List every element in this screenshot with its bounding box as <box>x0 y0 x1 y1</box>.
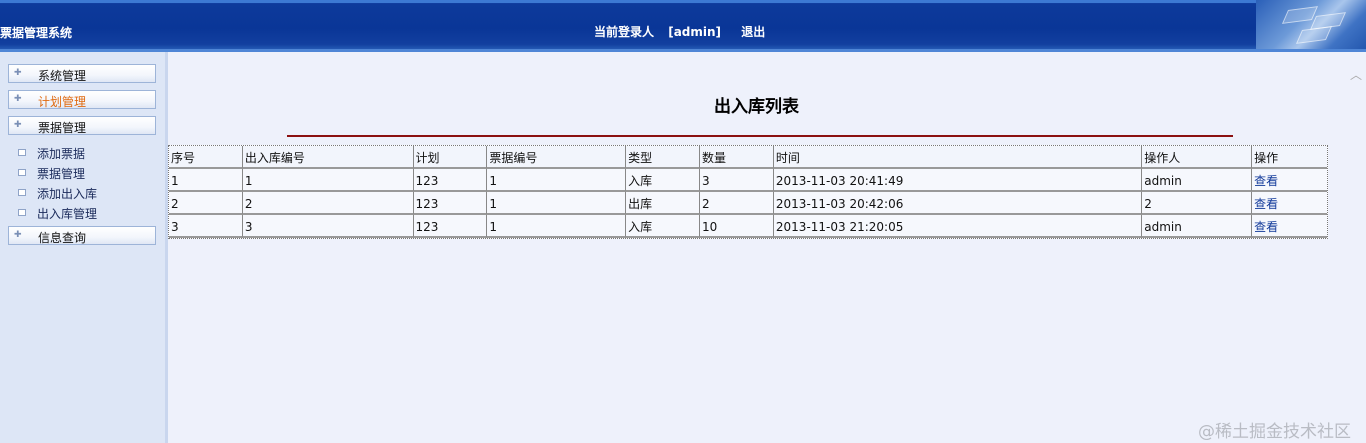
cell-quantity: 2 <box>699 192 773 215</box>
cell-plan: 123 <box>412 215 487 238</box>
column-header: 计划 <box>412 146 487 169</box>
submenu-box-icon <box>18 209 26 216</box>
menu-label: 计划管理 <box>38 95 87 109</box>
cell-operator: 2 <box>1141 192 1252 215</box>
submenu-box-icon <box>18 169 26 176</box>
menu-plan-management[interactable]: ✚ 计划管理 <box>8 90 156 109</box>
plus-icon: ✚ <box>14 68 22 78</box>
cell-plan: 123 <box>412 192 487 215</box>
submenu-label: 添加出入库 <box>37 187 98 201</box>
cell-time: 2013-11-03 20:42:06 <box>772 192 1142 215</box>
cell-inout-number: 2 <box>241 192 413 215</box>
sidebar: ✚ 系统管理 ✚ 计划管理 ✚ 票据管理 添加票据 票据管理 添加出入库 出入库… <box>0 52 168 443</box>
top-header: 票据管理系统 当前登录人 [admin] 退出 <box>0 0 1366 52</box>
cell-plan: 123 <box>412 169 487 192</box>
view-link[interactable]: 查看 <box>1254 197 1278 211</box>
column-header: 操作 <box>1251 146 1327 169</box>
view-link[interactable]: 查看 <box>1254 174 1278 188</box>
cell-index: 2 <box>169 192 242 215</box>
table-header-row: 序号 出入库编号 计划 票据编号 类型 数量 时间 操作人 操作 <box>169 146 1327 169</box>
watermark: @稀土掘金技术社区 <box>1198 422 1351 442</box>
cell-ticket-number: 1 <box>486 192 626 215</box>
column-header: 票据编号 <box>486 146 626 169</box>
menu-ticket-management[interactable]: ✚ 票据管理 <box>8 116 156 135</box>
cell-type: 入库 <box>625 215 700 238</box>
column-header: 数量 <box>699 146 773 169</box>
submenu-label: 添加票据 <box>37 147 86 161</box>
submenu-label: 票据管理 <box>37 167 86 181</box>
cell-time: 2013-11-03 20:41:49 <box>772 169 1142 192</box>
cell-type: 入库 <box>625 169 700 192</box>
cell-quantity: 10 <box>699 215 773 238</box>
cell-ticket-number: 1 <box>486 169 626 192</box>
page-title: 出入库列表 <box>714 97 799 117</box>
cell-type: 出库 <box>625 192 700 215</box>
menu-info-query[interactable]: ✚ 信息查询 <box>8 226 156 245</box>
cell-inout-number: 1 <box>241 169 413 192</box>
header-keyboard-decoration <box>1256 0 1366 52</box>
table-row: 3 3 123 1 入库 10 2013-11-03 21:20:05 admi… <box>169 215 1327 238</box>
column-header: 操作人 <box>1141 146 1252 169</box>
menu-label: 信息查询 <box>38 231 87 245</box>
cell-time: 2013-11-03 21:20:05 <box>772 215 1142 238</box>
cell-action: 查看 <box>1251 192 1327 215</box>
header-bottom-line <box>0 49 1366 52</box>
plus-icon: ✚ <box>14 94 22 104</box>
submenu-box-icon <box>18 189 26 196</box>
menu-label: 票据管理 <box>38 121 87 135</box>
column-header: 出入库编号 <box>241 146 413 169</box>
header-top-line <box>0 0 1366 3</box>
cell-operator: admin <box>1141 169 1252 192</box>
cell-inout-number: 3 <box>241 215 413 238</box>
column-header: 时间 <box>772 146 1142 169</box>
app-title: 票据管理系统 <box>0 26 73 40</box>
column-header: 类型 <box>625 146 700 169</box>
cell-operator: admin <box>1141 215 1252 238</box>
table-row: 1 1 123 1 入库 3 2013-11-03 20:41:49 admin… <box>169 169 1327 192</box>
view-link[interactable]: 查看 <box>1254 220 1278 234</box>
table-row: 2 2 123 1 出库 2 2013-11-03 20:42:06 2 查看 <box>169 192 1327 215</box>
menu-system-management[interactable]: ✚ 系统管理 <box>8 64 156 83</box>
inout-table: 序号 出入库编号 计划 票据编号 类型 数量 时间 操作人 操作 1 1 123… <box>168 145 1328 239</box>
user-bar: 当前登录人 [admin] 退出 <box>594 23 765 40</box>
scroll-up-icon[interactable]: ︿ <box>1350 66 1362 83</box>
logout-link[interactable]: 退出 <box>741 25 765 39</box>
current-username: [admin] <box>668 25 722 39</box>
cell-index: 3 <box>169 215 242 238</box>
cell-ticket-number: 1 <box>486 215 626 238</box>
cell-action: 查看 <box>1251 215 1327 238</box>
decoration-key <box>1295 26 1333 44</box>
title-divider <box>287 135 1233 137</box>
submenu-box-icon <box>18 149 26 156</box>
plus-icon: ✚ <box>14 230 22 240</box>
cell-action: 查看 <box>1251 169 1327 192</box>
plus-icon: ✚ <box>14 120 22 130</box>
cell-quantity: 3 <box>699 169 773 192</box>
column-header: 序号 <box>169 146 242 169</box>
cell-index: 1 <box>169 169 242 192</box>
menu-label: 系统管理 <box>38 69 87 83</box>
submenu-label: 出入库管理 <box>37 207 98 221</box>
login-label: 当前登录人 <box>594 25 655 39</box>
